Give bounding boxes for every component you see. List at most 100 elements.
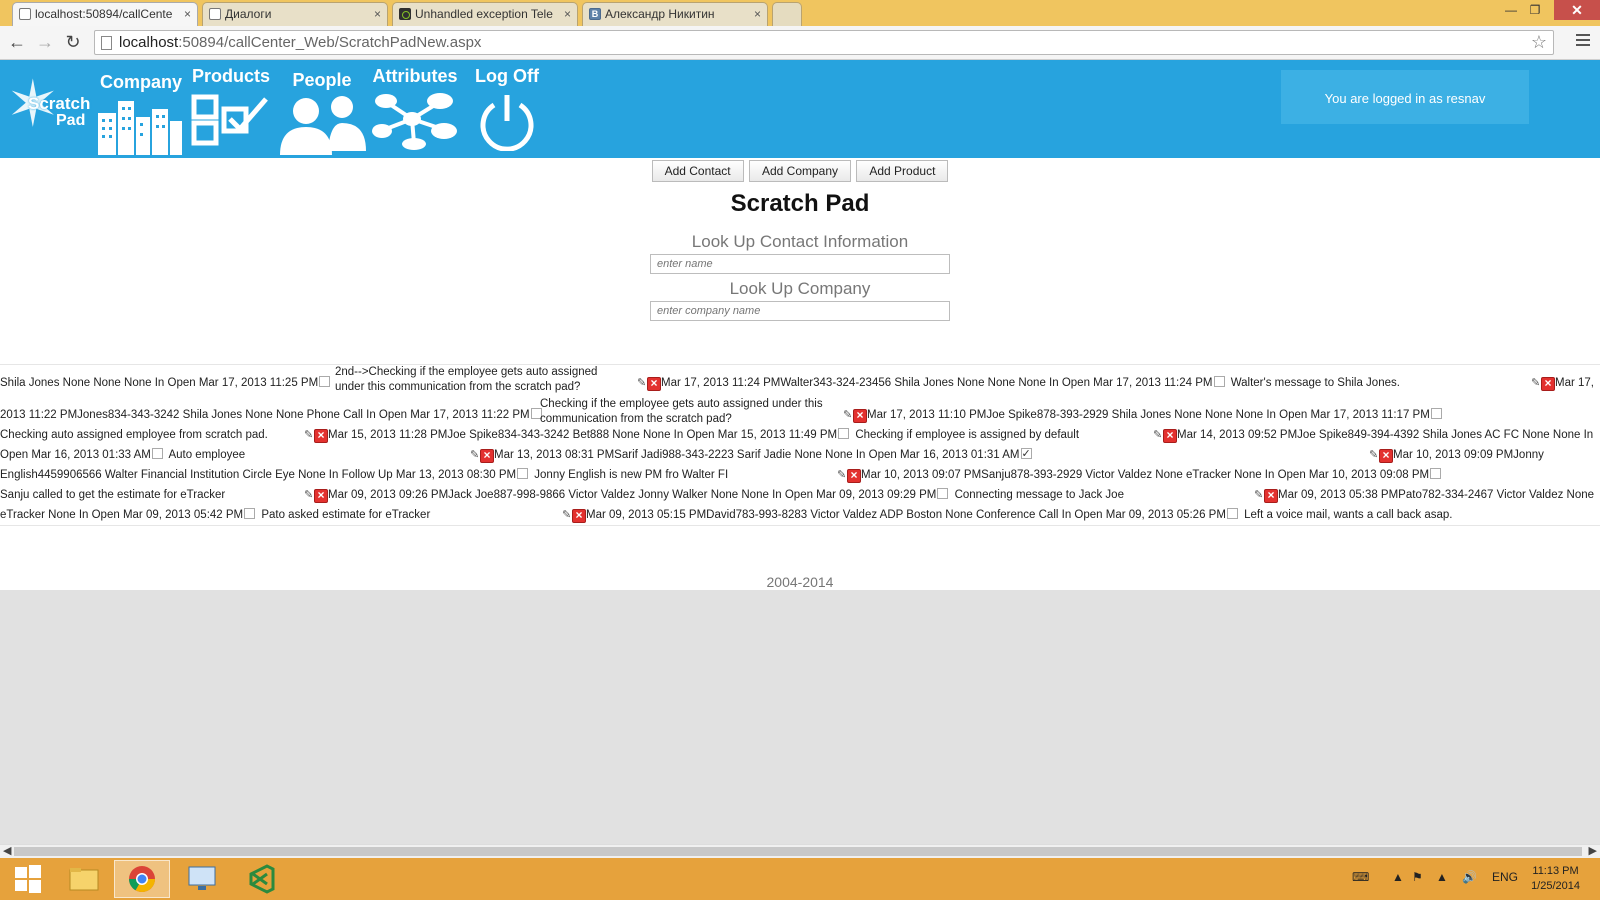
edit-pencil-icon[interactable]: ✎ bbox=[470, 445, 480, 465]
edit-pencil-icon[interactable]: ✎ bbox=[304, 485, 314, 505]
close-icon[interactable]: × bbox=[184, 3, 191, 25]
bookmark-star-icon[interactable]: ☆ bbox=[1531, 32, 1547, 53]
add-product-button[interactable]: Add Product bbox=[856, 160, 949, 182]
chrome-taskbar[interactable] bbox=[114, 860, 170, 898]
close-icon[interactable]: × bbox=[754, 3, 761, 25]
tab-unhandled-exception[interactable]: Unhandled exception Tele × bbox=[392, 2, 578, 26]
windows-taskbar: ⌨ ▲ ⚑ ▲ 🔊 ENG 11:13 PM 1/25/2014 bbox=[0, 858, 1600, 900]
contact-search-input[interactable] bbox=[650, 254, 950, 274]
delete-icon[interactable]: × bbox=[853, 409, 867, 423]
visual-studio-taskbar[interactable] bbox=[234, 860, 290, 898]
delete-icon[interactable]: × bbox=[847, 469, 861, 483]
input-language[interactable]: ENG bbox=[1492, 870, 1518, 884]
record-text: ✎ × Mar 15, 2013 11:28 PMJoe Spike834-343-… bbox=[304, 425, 1079, 445]
page-icon bbox=[101, 36, 112, 50]
delete-icon[interactable]: × bbox=[480, 449, 494, 463]
file-explorer-taskbar[interactable] bbox=[56, 860, 112, 898]
nav-label: People bbox=[292, 70, 352, 90]
window-close-icon[interactable]: ✕ bbox=[1554, 0, 1600, 20]
delete-icon[interactable]: × bbox=[1379, 449, 1393, 463]
record-checkbox[interactable] bbox=[319, 376, 331, 387]
edit-pencil-icon[interactable]: ✎ bbox=[1153, 425, 1163, 445]
record-text: ✎ × Mar 17, 2013 11:24 PMWalter343-324-234… bbox=[637, 373, 1400, 393]
record-checkbox[interactable] bbox=[937, 488, 949, 499]
add-contact-button[interactable]: Add Contact bbox=[651, 160, 744, 182]
delete-icon[interactable]: × bbox=[1264, 489, 1278, 503]
nav-products[interactable]: Products bbox=[190, 66, 272, 151]
nav-people[interactable]: People bbox=[276, 70, 368, 155]
scroll-right-icon[interactable]: ▶ bbox=[1589, 844, 1597, 857]
edit-pencil-icon[interactable]: ✎ bbox=[562, 505, 572, 525]
remote-desktop-taskbar[interactable] bbox=[174, 860, 230, 898]
edit-pencil-icon[interactable]: ✎ bbox=[837, 465, 847, 485]
record-checkbox[interactable] bbox=[838, 428, 850, 439]
scratch-records: Shila Jones None None None In Open Mar 1… bbox=[0, 364, 1600, 526]
horizontal-scrollbar[interactable]: ◀ ▶ bbox=[0, 844, 1600, 858]
record-checkbox[interactable] bbox=[1213, 376, 1225, 387]
delete-icon[interactable]: × bbox=[314, 429, 328, 443]
network-signal-icon[interactable]: ▲ bbox=[1436, 870, 1448, 884]
record-text: English4459906566 Walter Financial Insti… bbox=[0, 468, 729, 481]
edit-pencil-icon[interactable]: ✎ bbox=[843, 405, 853, 425]
record-checkbox[interactable] bbox=[1430, 408, 1442, 419]
close-icon[interactable]: × bbox=[564, 3, 571, 25]
main-content: Add Contact Add Company Add Product Scra… bbox=[0, 158, 1600, 590]
new-tab-button[interactable] bbox=[772, 2, 802, 26]
scratchpad-logo[interactable]: ✶ Scratch Pad bbox=[2, 70, 90, 145]
scrollbar-thumb[interactable] bbox=[14, 847, 1582, 856]
delete-icon[interactable]: × bbox=[647, 377, 661, 391]
record-text: ✎ × Mar 10, 2013 09:09 PMJonny bbox=[1369, 445, 1544, 465]
edit-pencil-icon[interactable]: ✎ bbox=[1531, 373, 1541, 393]
record-text: ✎ × Mar 10, 2013 09:07 PMSanju878-393-2929… bbox=[837, 465, 1444, 485]
record-checkbox[interactable] bbox=[151, 448, 163, 459]
hamburger-menu-icon[interactable] bbox=[1576, 34, 1590, 48]
url-text[interactable]: localhost:50894/callCenter_Web/ScratchPa… bbox=[119, 34, 481, 51]
tab-scratchpad[interactable]: localhost:50894/callCente × bbox=[12, 2, 198, 26]
add-company-button[interactable]: Add Company bbox=[748, 160, 852, 182]
delete-icon[interactable]: × bbox=[314, 489, 328, 503]
delete-icon[interactable]: × bbox=[1163, 429, 1177, 443]
start-button[interactable] bbox=[0, 860, 56, 898]
keyboard-icon[interactable]: ⌨ bbox=[1352, 870, 1369, 884]
clock-time: 11:13 PM bbox=[1532, 865, 1579, 877]
nav-company[interactable]: Company bbox=[96, 72, 186, 155]
nav-label: Log Off bbox=[475, 66, 539, 86]
browser-tab-strip: localhost:50894/callCente × Диалоги × Un… bbox=[0, 0, 1600, 26]
show-hidden-icons-icon[interactable]: ▲ bbox=[1392, 870, 1404, 884]
record-text: eTracker None In Open Mar 09, 2013 05:42… bbox=[0, 508, 431, 521]
record-checkbox-checked[interactable] bbox=[1020, 444, 1032, 464]
nav-log-off[interactable]: Log Off bbox=[472, 66, 542, 151]
edit-pencil-icon[interactable]: ✎ bbox=[304, 425, 314, 445]
record-checkbox[interactable] bbox=[244, 508, 256, 519]
forward-arrow-icon[interactable]: → bbox=[34, 32, 56, 54]
close-icon[interactable]: × bbox=[374, 3, 381, 25]
tab-dialogs[interactable]: Диалоги × bbox=[202, 2, 388, 26]
nav-attributes[interactable]: Attributes bbox=[370, 66, 460, 151]
record-text: Checking auto assigned employee from scr… bbox=[0, 429, 268, 441]
restore-icon[interactable]: ❐ bbox=[1524, 2, 1546, 20]
attributes-network-icon bbox=[372, 93, 457, 150]
tab-title: localhost:50894/callCente bbox=[35, 7, 173, 21]
record-text: ✎ × Mar 09, 2013 05:15 PMDavid783-993-8283… bbox=[562, 505, 1453, 525]
company-search-input[interactable] bbox=[650, 301, 950, 321]
action-center-flag-icon[interactable]: ⚑ bbox=[1412, 870, 1423, 884]
back-arrow-icon[interactable]: ← bbox=[6, 32, 28, 54]
delete-icon[interactable]: × bbox=[572, 509, 586, 523]
record-checkbox[interactable] bbox=[1430, 468, 1442, 479]
edit-pencil-icon[interactable]: ✎ bbox=[1369, 445, 1379, 465]
edit-pencil-icon[interactable]: ✎ bbox=[637, 373, 647, 393]
record-checkbox[interactable] bbox=[1226, 508, 1238, 519]
tab-vk-profile[interactable]: B Александр Никитин × bbox=[582, 2, 768, 26]
record-checkbox[interactable] bbox=[517, 468, 529, 479]
nav-label: Company bbox=[99, 72, 182, 92]
system-clock[interactable]: 11:13 PM 1/25/2014 bbox=[1531, 864, 1580, 894]
minimize-icon[interactable]: — bbox=[1500, 2, 1522, 20]
record-text: ✎ × Mar 17, bbox=[1531, 373, 1594, 393]
address-bar[interactable]: localhost:50894/callCenter_Web/ScratchPa… bbox=[94, 30, 1554, 55]
logged-in-status: You are logged in as resnav bbox=[1281, 70, 1529, 124]
volume-icon[interactable]: 🔊 bbox=[1462, 870, 1477, 884]
edit-pencil-icon[interactable]: ✎ bbox=[1254, 485, 1264, 505]
reload-icon[interactable]: ↻ bbox=[62, 32, 84, 54]
scroll-left-icon[interactable]: ◀ bbox=[3, 844, 11, 857]
delete-icon[interactable]: × bbox=[1541, 377, 1555, 391]
